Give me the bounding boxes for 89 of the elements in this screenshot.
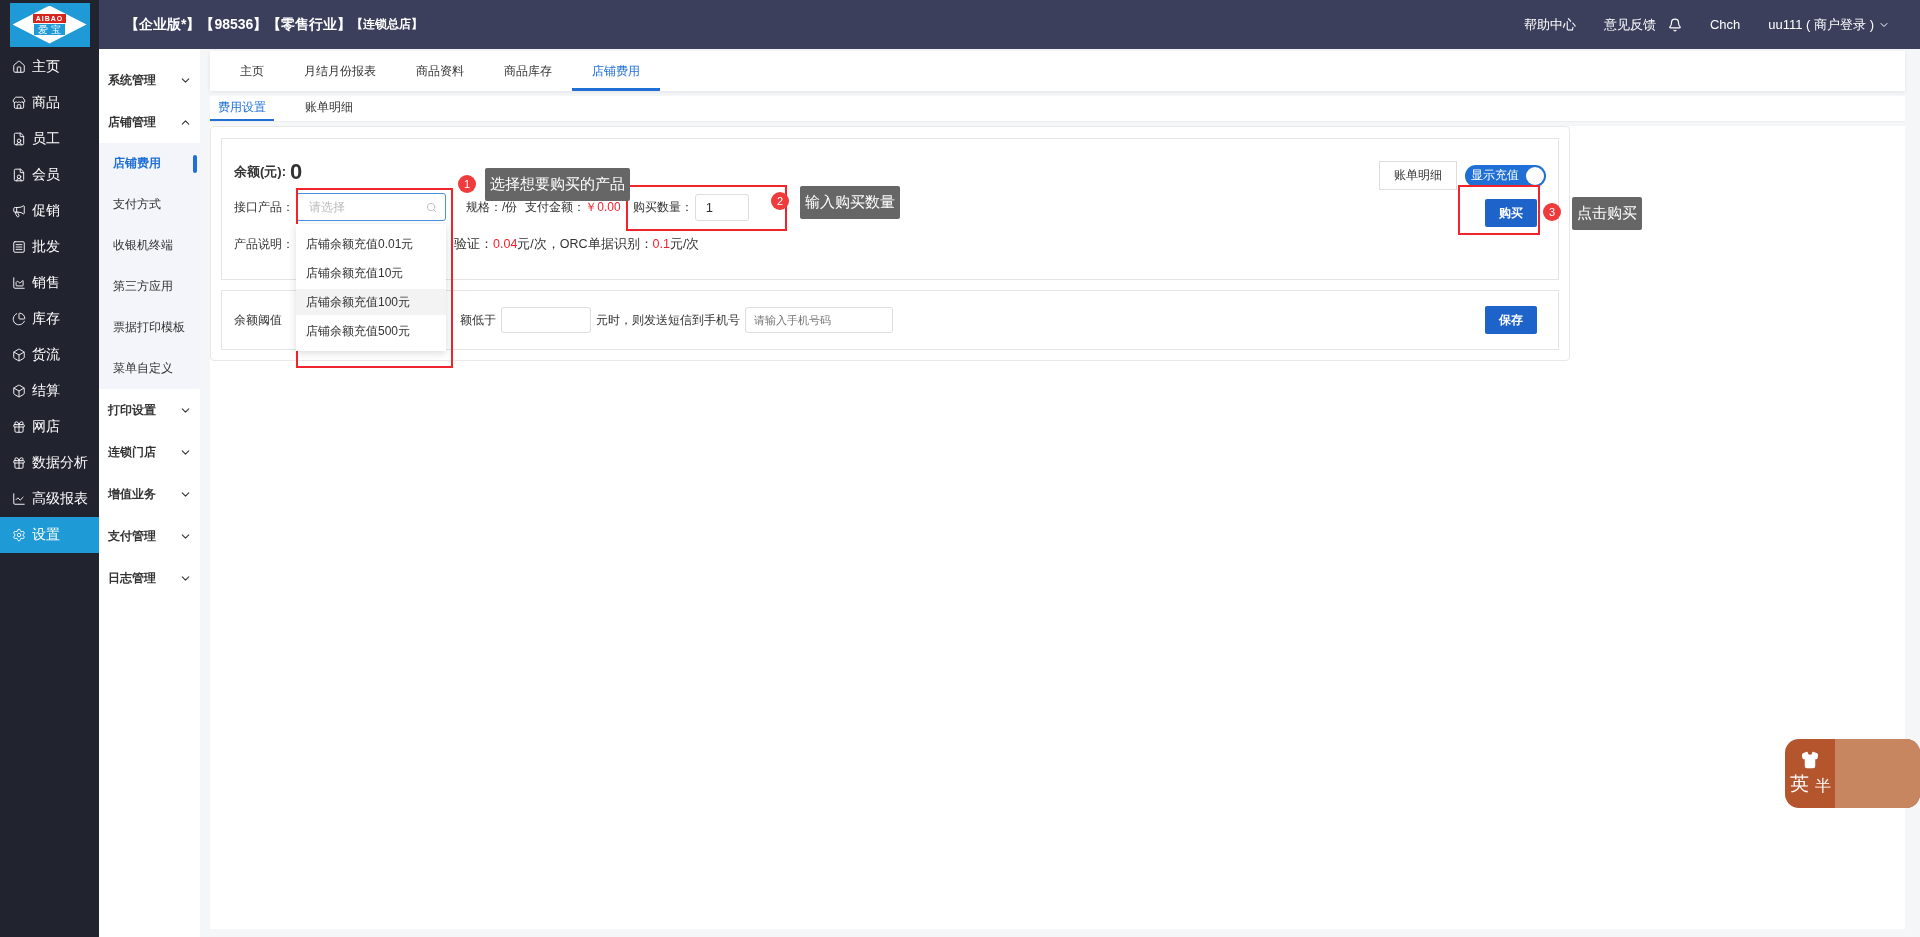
user-name[interactable]: Chch xyxy=(1709,17,1741,32)
header-title: 【零售行业】 xyxy=(267,15,352,34)
buy-button[interactable]: 购买 xyxy=(1485,199,1537,227)
bell-icon[interactable] xyxy=(1667,17,1682,32)
save-button[interactable]: 保存 xyxy=(1485,306,1537,334)
header-title: 【连锁总店】 xyxy=(351,15,424,33)
submenu-item[interactable]: 支付方式 xyxy=(99,184,200,225)
amount-input[interactable] xyxy=(501,307,591,333)
field-label: 接口产品： xyxy=(234,198,294,216)
submenu-item[interactable]: 第三方应用 xyxy=(99,266,200,307)
submenu-group[interactable]: 支付管理 xyxy=(99,515,200,557)
threshold-text: 元时，则发送短信到手机号 xyxy=(596,311,740,329)
submenu-item[interactable]: 菜单自定义 xyxy=(99,348,200,389)
submenu-group[interactable]: 连锁门店 xyxy=(99,431,200,473)
nav-item[interactable]: 商品 xyxy=(0,85,99,121)
submenu-group[interactable]: 店铺管理 xyxy=(99,101,200,143)
nav-icon xyxy=(12,240,26,254)
shirt-icon xyxy=(1801,750,1819,769)
pay-amount: ￥0.00 xyxy=(585,198,621,216)
nav-item[interactable]: 批发 xyxy=(0,229,99,265)
header-link[interactable]: 帮助中心 xyxy=(1523,15,1576,34)
nav-item[interactable]: 库存 xyxy=(0,301,99,337)
nav-item[interactable]: 促销 xyxy=(0,193,99,229)
nav-icon xyxy=(12,204,26,218)
submenu-item[interactable]: 票据打印模板 xyxy=(99,307,200,348)
nav-item[interactable]: 员工 xyxy=(0,121,99,157)
dropdown-option[interactable]: 店铺余额充值500元 xyxy=(296,318,446,344)
ime-widget[interactable]: 英 半 xyxy=(1785,739,1920,808)
recharge-toggle[interactable]: 显示充值 xyxy=(1465,164,1546,187)
quantity-input[interactable]: 1 xyxy=(694,193,749,221)
submenu-group[interactable]: 系统管理 xyxy=(99,59,200,101)
pay-label: 支付金额： xyxy=(525,198,586,216)
nav-icon xyxy=(12,528,26,542)
nav-item[interactable]: 结算 xyxy=(0,373,99,409)
nav-icon xyxy=(12,96,26,110)
ime-label: 英 xyxy=(1789,771,1809,796)
nav-icon xyxy=(12,312,26,326)
nav-item[interactable]: 销售 xyxy=(0,265,99,301)
tab[interactable]: 月结月份报表 xyxy=(284,51,396,91)
dropdown-option[interactable]: 店铺余额充值100元 xyxy=(296,289,446,315)
header-title: 【98536】 xyxy=(200,15,268,34)
ime-label: 半 xyxy=(1814,775,1831,796)
nav-icon xyxy=(12,420,26,434)
nav-item[interactable]: 会员 xyxy=(0,157,99,193)
sub-tab[interactable]: 费用设置 xyxy=(210,96,274,121)
submenu-group[interactable]: 日志管理 xyxy=(99,557,200,599)
tab[interactable]: 主页 xyxy=(220,51,284,91)
nav-icon xyxy=(12,276,26,290)
nav-icon xyxy=(12,384,26,398)
tab[interactable]: 店铺费用 xyxy=(572,51,660,91)
sub-tab[interactable]: 账单明细 xyxy=(274,96,384,121)
submenu-item[interactable]: 收银机终端 xyxy=(99,225,200,266)
threshold-text: 额低于 xyxy=(460,311,496,329)
submenu-group[interactable]: 增值业务 xyxy=(99,473,200,515)
submenu-group[interactable]: 打印设置 xyxy=(99,389,200,431)
spec-text: 规格：/份 xyxy=(466,198,518,216)
threshold-label: 余额阈值 xyxy=(234,311,282,329)
nav-item[interactable]: 主页 xyxy=(0,49,99,85)
phone-input[interactable]: 请输入手机号码 xyxy=(745,307,893,333)
quantity-label: 购买数量： xyxy=(632,198,693,216)
balance-value: 0 xyxy=(290,159,303,185)
bill-detail-button[interactable]: 账单明细 xyxy=(1379,161,1457,190)
header-link[interactable]: 意见反馈 xyxy=(1603,15,1656,34)
dropdown-option[interactable]: 店铺余额充值10元 xyxy=(296,260,446,286)
dropdown-option[interactable]: 店铺余额充值0.01元 xyxy=(296,231,446,257)
logo-text: 爱 宝 xyxy=(34,24,65,35)
callout: 点击购买 xyxy=(1572,197,1642,230)
header-title: 【企业版*】 xyxy=(125,15,201,34)
active-marker xyxy=(193,155,197,173)
callout: 输入购买数量 xyxy=(800,186,900,219)
submenu-item[interactable]: 店铺费用 xyxy=(99,143,200,184)
nav-icon xyxy=(12,492,26,506)
search-icon xyxy=(426,201,437,213)
nav-item[interactable]: 网店 xyxy=(0,409,99,445)
nav-icon xyxy=(12,168,26,182)
nav-item[interactable]: 高级报表 xyxy=(0,481,99,517)
tab[interactable]: 商品库存 xyxy=(484,51,572,91)
callout: 选择想要购买的产品 xyxy=(485,168,630,201)
nav-icon xyxy=(12,348,26,362)
nav-item[interactable]: 货流 xyxy=(0,337,99,373)
nav-icon xyxy=(12,456,26,470)
nav-icon xyxy=(12,60,26,74)
nav-icon xyxy=(12,132,26,146)
description-label: 产品说明： xyxy=(234,235,294,253)
tab[interactable]: 商品资料 xyxy=(396,51,484,91)
balance-label: 余额(元): xyxy=(234,163,286,181)
nav-item[interactable]: 数据分析 xyxy=(0,445,99,481)
account-menu[interactable]: uu111 ( 商户登录 ) xyxy=(1768,15,1890,34)
description-text: 验证：0.04元/次，ORC单据识别：0.1元/次 xyxy=(454,235,700,253)
